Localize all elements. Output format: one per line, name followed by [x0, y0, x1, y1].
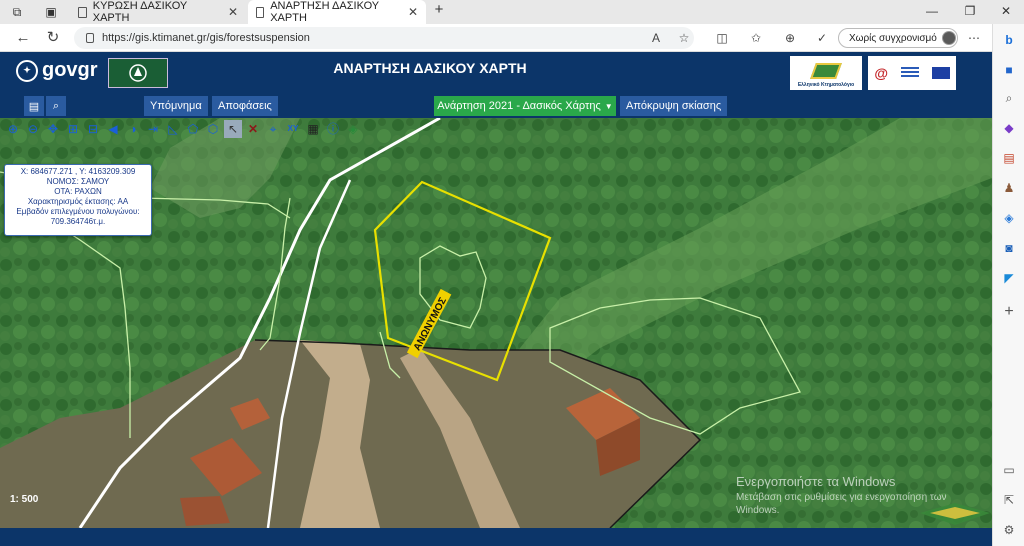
tab-kyrosi[interactable]: ΚΥΡΩΣΗ ΔΑΣΙΚΟΥ ΧΑΡΤΗ ✕	[70, 0, 246, 24]
close-icon[interactable]: ✕	[228, 5, 238, 19]
favorite-star-icon[interactable]: ☆	[676, 31, 692, 45]
layer-dropdown[interactable]: Ανάρτηση 2021 - Δασικός Χάρτης ▼	[434, 96, 616, 116]
footer-bar	[0, 528, 992, 546]
draw-freeform-icon[interactable]: ⬡	[204, 120, 222, 138]
windows-activation-watermark: Ενεργοποιήστε τα Windows Μετάβαση στις ρ…	[736, 474, 986, 517]
zoom-in-icon[interactable]: ⊕	[4, 120, 22, 138]
ktimatologio-logo: Ελληνικό Κτηματολόγιο	[790, 56, 862, 90]
split-screen-icon[interactable]: ◫	[714, 31, 730, 45]
map-toolbar: ⊕ ⊖ ✥ ⊞ ⊟ ◀ ◑ ⇥ ◺ ⬠ ⬡ ↖ ✕ ⌖ XY ▦ ⓘ ◈	[4, 120, 362, 140]
browser-tab-bar: ⧉ ▣ ΚΥΡΩΣΗ ΔΑΣΙΚΟΥ ΧΑΡΤΗ ✕ ΑΝΑΡΤΗΣΗ ΔΑΣΙ…	[0, 0, 1024, 24]
govgr-logo[interactable]: ✦ govgr	[16, 59, 98, 82]
add-icon[interactable]: +	[1001, 304, 1017, 320]
layers-icon[interactable]: ◈	[344, 120, 362, 138]
tab-anartisi[interactable]: ΑΝΑΡΤΗΣΗ ΔΑΣΙΚΟΥ ΧΑΡΤΗ ✕	[248, 0, 426, 24]
settings-gear-icon[interactable]: ⚙	[1001, 522, 1017, 538]
measure-distance-icon[interactable]: ⇥	[144, 120, 162, 138]
sync-label: Χωρίς συγχρονισμό	[849, 32, 937, 44]
copilot-icon[interactable]: ◈	[1001, 210, 1017, 226]
new-tab-button[interactable]: +	[432, 2, 446, 17]
eu-funding-logos: @	[868, 56, 956, 90]
page-icon	[256, 6, 265, 18]
lock-icon	[86, 33, 94, 43]
shopping-tag-icon[interactable]: ◆	[1001, 120, 1017, 136]
back-button[interactable]: ←	[14, 30, 32, 46]
measure-area-icon[interactable]: ◺	[164, 120, 182, 138]
profile-sync-button[interactable]: Χωρίς συγχρονισμό	[838, 28, 958, 48]
nomos-text: ΝΟΜΟΣ: ΣΑΜΟΥ	[46, 177, 110, 186]
zoom-box-in-icon[interactable]: ⊞	[64, 120, 82, 138]
area-label: Εμβαδόν επιλεγμένου πολυγώνου:	[16, 207, 140, 216]
pan-icon[interactable]: ✥	[44, 120, 62, 138]
tab-actions-icon[interactable]: ▣	[44, 5, 58, 19]
select-arrow-icon[interactable]: ↖	[224, 120, 242, 138]
character-text: Χαρακτηρισμός έκτασης: ΑΑ	[27, 197, 129, 206]
refresh-button[interactable]: ↻	[44, 30, 62, 46]
games-icon[interactable]: ♟	[1001, 180, 1017, 196]
zoom-out-icon[interactable]: ⊖	[24, 120, 42, 138]
page-title: ΑΝΑΡΤΗΣΗ ΔΑΣΙΚΟΥ ΧΑΡΤΗ	[333, 60, 527, 76]
at-symbol-icon: @	[874, 65, 889, 81]
tools-icon[interactable]: ▤	[1001, 150, 1017, 166]
nav-bar: ▤ ⌕ Υπόμνημα Αποφάσεις Ανάρτηση 2021 - Δ…	[0, 94, 992, 118]
windows-activation-title: Ενεργοποιήστε τα Windows	[736, 474, 896, 489]
outlook-icon[interactable]: ◙	[1001, 240, 1017, 256]
send-icon[interactable]: ◤	[1001, 270, 1017, 286]
edge-sidebar: b ■ ⌕ ◆ ▤ ♟ ◈ ◙ ◤ + ▭ ⇱ ⚙	[992, 24, 1024, 546]
map-scale: 1: 500	[10, 494, 39, 505]
address-bar: ← ↻ https://gis.ktimanet.gr/gis/forestsu…	[0, 24, 992, 52]
ota-text: ΟΤΑ: ΡΑΧΩΝ	[54, 187, 102, 196]
close-icon[interactable]: ✕	[408, 5, 418, 19]
greek-emblem-icon: ✦	[16, 59, 38, 82]
coords-text: X: 684677.271 , Y: 4163209.309	[20, 167, 136, 176]
notification-icon[interactable]: ■	[1001, 62, 1017, 78]
print-map-icon[interactable]: ▦	[304, 120, 322, 138]
eu-flag-icon	[931, 67, 950, 79]
restore-button[interactable]: ❐	[962, 4, 978, 18]
draw-point-icon[interactable]: ⌖	[264, 120, 282, 138]
ktimatologio-label: Ελληνικό Κτηματολόγιο	[797, 82, 855, 88]
decisions-button[interactable]: Αποφάσεις	[212, 96, 278, 116]
sidebar-layout-icon[interactable]: ▭	[1001, 462, 1017, 478]
tab-title: ΑΝΑΡΤΗΣΗ ΔΑΣΙΚΟΥ ΧΑΡΤΗ	[270, 0, 379, 24]
minimize-button[interactable]: —	[924, 4, 940, 18]
clear-x-icon[interactable]: ✕	[244, 120, 262, 138]
workspaces-icon[interactable]: ⧉	[10, 5, 24, 19]
xy-coordinates-icon[interactable]: XY	[284, 120, 302, 138]
more-menu-icon[interactable]: ⋯	[966, 31, 982, 45]
area-value: 709.364746τ.μ.	[50, 217, 106, 226]
govgr-text: govgr	[42, 59, 98, 81]
read-aloud-icon[interactable]: A	[648, 31, 664, 45]
url-text: https://gis.ktimanet.gr/gis/forestsuspen…	[102, 32, 310, 44]
info-icon[interactable]: ⓘ	[324, 120, 342, 138]
draw-polygon-icon[interactable]: ⬠	[184, 120, 202, 138]
zoom-box-out-icon[interactable]: ⊟	[84, 120, 102, 138]
extensions-icon[interactable]: ✓	[814, 31, 830, 45]
previous-extent-icon[interactable]: ◀	[104, 120, 122, 138]
info-popup: X: 684677.271 , Y: 4163209.309 ΝΟΜΟΣ: ΣΑ…	[4, 164, 152, 236]
greek-flag-icon	[900, 67, 919, 79]
legend-button[interactable]: Υπόμνημα	[144, 96, 208, 116]
avatar	[941, 31, 956, 45]
url-input[interactable]: https://gis.ktimanet.gr/gis/forestsuspen…	[74, 27, 694, 49]
windows-activation-subtitle: Μετάβαση στις ρυθμίσεις για ενεργοποίηση…	[736, 492, 947, 516]
search-icon[interactable]: ⌕	[1001, 90, 1017, 106]
site-header: ✦ govgr ΑΝΑΡΤΗΣΗ ΔΑΣΙΚΟΥ ΧΑΡΤΗ Ελληνικό …	[0, 52, 992, 94]
tab-title: ΚΥΡΩΣΗ ΔΑΣΙΚΟΥ ΧΑΡΤΗ	[92, 0, 188, 24]
layer-label: Ανάρτηση 2021 - Δασικός Χάρτης	[437, 100, 601, 112]
document-button[interactable]: ▤	[24, 96, 44, 116]
caret-down-icon: ▼	[604, 101, 613, 111]
hide-shading-button[interactable]: Απόκρυψη σκίασης	[620, 96, 728, 116]
bing-icon[interactable]: b	[1001, 32, 1017, 48]
forest-emblem-icon	[129, 64, 147, 82]
favorites-icon[interactable]: ✩	[748, 31, 764, 45]
external-link-icon[interactable]: ⇱	[1001, 492, 1017, 508]
collections-icon[interactable]: ⊕	[782, 31, 798, 45]
ktimatologio-icon	[810, 63, 842, 79]
page-icon	[78, 6, 87, 18]
forest-service-logo	[108, 58, 168, 88]
full-extent-icon[interactable]: ◑	[124, 120, 142, 138]
close-window-button[interactable]: ✕	[998, 4, 1014, 18]
search-button[interactable]: ⌕	[46, 96, 66, 116]
